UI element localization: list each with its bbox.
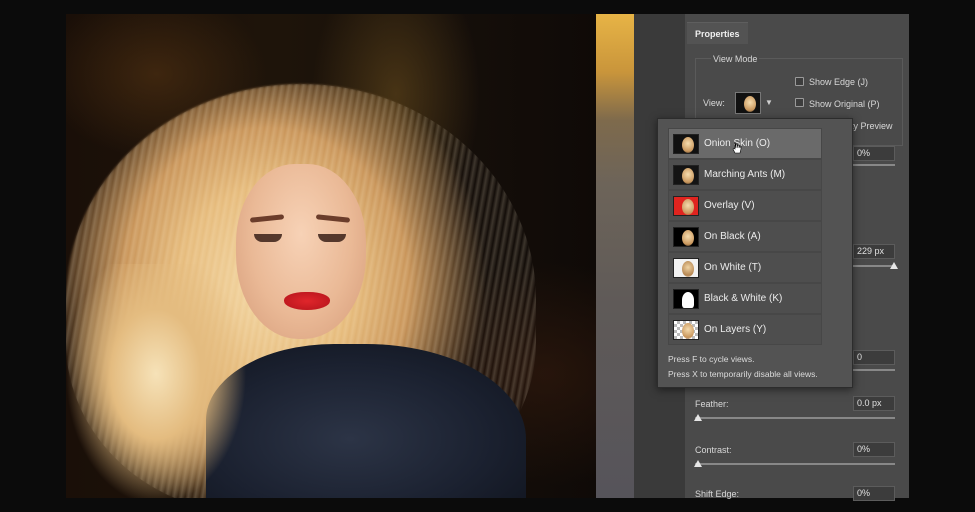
- view-mode-label: View Mode: [711, 54, 760, 64]
- dropdown-item-marching-ants[interactable]: Marching Ants (M): [668, 159, 822, 190]
- feather-slider[interactable]: [695, 417, 895, 419]
- feather-value-field[interactable]: 0.0 px: [853, 396, 895, 411]
- left-brow: [249, 214, 285, 223]
- view-label: View:: [703, 98, 725, 108]
- shift-edge-label: Shift Edge:: [695, 489, 740, 499]
- dropdown-item-overlay[interactable]: Overlay (V): [668, 190, 822, 221]
- document-canvas[interactable]: [66, 14, 596, 498]
- right-eye: [318, 234, 346, 242]
- width-value-field[interactable]: 229 px: [853, 244, 895, 259]
- preview-strip: [596, 14, 634, 498]
- lips: [284, 292, 330, 310]
- quality-preview-label: ty Preview: [851, 121, 893, 131]
- feather-slider-thumb[interactable]: [694, 414, 702, 421]
- black-white-thumb-icon: [673, 289, 699, 309]
- on-black-thumb-icon: [673, 227, 699, 247]
- overlay-thumb-icon: [673, 196, 699, 216]
- feather-label: Feather:: [695, 399, 729, 409]
- hand-cursor-icon: [732, 141, 742, 154]
- dropdown-item-label: Overlay (V): [704, 200, 755, 211]
- chevron-down-icon[interactable]: ▼: [765, 98, 773, 107]
- dropdown-item-black-white[interactable]: Black & White (K): [668, 283, 822, 314]
- on-white-thumb-icon: [673, 258, 699, 278]
- dropdown-item-label: Marching Ants (M): [704, 169, 786, 180]
- view-thumbnail-button[interactable]: [735, 92, 761, 114]
- dropdown-item-label: On Black (A): [704, 231, 761, 242]
- show-edge-checkbox[interactable]: [795, 77, 804, 86]
- tab-properties[interactable]: Properties: [687, 22, 748, 44]
- contrast-value-field[interactable]: 0%: [853, 442, 895, 457]
- on-layers-thumb-icon: [673, 320, 699, 340]
- contrast-slider-thumb[interactable]: [694, 460, 702, 467]
- smooth-value-field[interactable]: 0: [853, 350, 895, 365]
- dropdown-item-label: Black & White (K): [704, 293, 783, 304]
- dropdown-item-on-layers[interactable]: On Layers (Y): [668, 314, 822, 345]
- dropdown-item-onion-skin[interactable]: Onion Skin (O): [668, 128, 822, 159]
- contrast-slider[interactable]: [695, 463, 895, 465]
- disable-views-hint: Press X to temporarily disable all views…: [668, 369, 818, 379]
- right-brow: [315, 214, 351, 223]
- view-thumbnail-icon: [744, 96, 756, 112]
- show-original-label: Show Original (P): [809, 99, 880, 109]
- marching-ants-thumb-icon: [673, 165, 699, 185]
- cycle-views-hint: Press F to cycle views.: [668, 354, 755, 364]
- hair-front-image: [66, 264, 256, 498]
- dropdown-item-label: On Layers (Y): [704, 324, 767, 335]
- show-original-checkbox[interactable]: [795, 98, 804, 107]
- dropdown-item-on-black[interactable]: On Black (A): [668, 221, 822, 252]
- show-edge-label: Show Edge (J): [809, 77, 869, 87]
- shift-edge-value-field[interactable]: 0%: [853, 486, 895, 501]
- dropdown-item-label: On White (T): [704, 262, 762, 273]
- left-eye: [254, 234, 282, 242]
- contrast-label: Contrast:: [695, 445, 732, 455]
- width-slider-thumb[interactable]: [890, 262, 898, 269]
- dropdown-item-on-white[interactable]: On White (T): [668, 252, 822, 283]
- onion-skin-thumb-icon: [673, 134, 699, 154]
- radius-value-field[interactable]: 0%: [853, 146, 895, 161]
- view-mode-dropdown: Onion Skin (O) Marching Ants (M) Overlay…: [657, 118, 853, 388]
